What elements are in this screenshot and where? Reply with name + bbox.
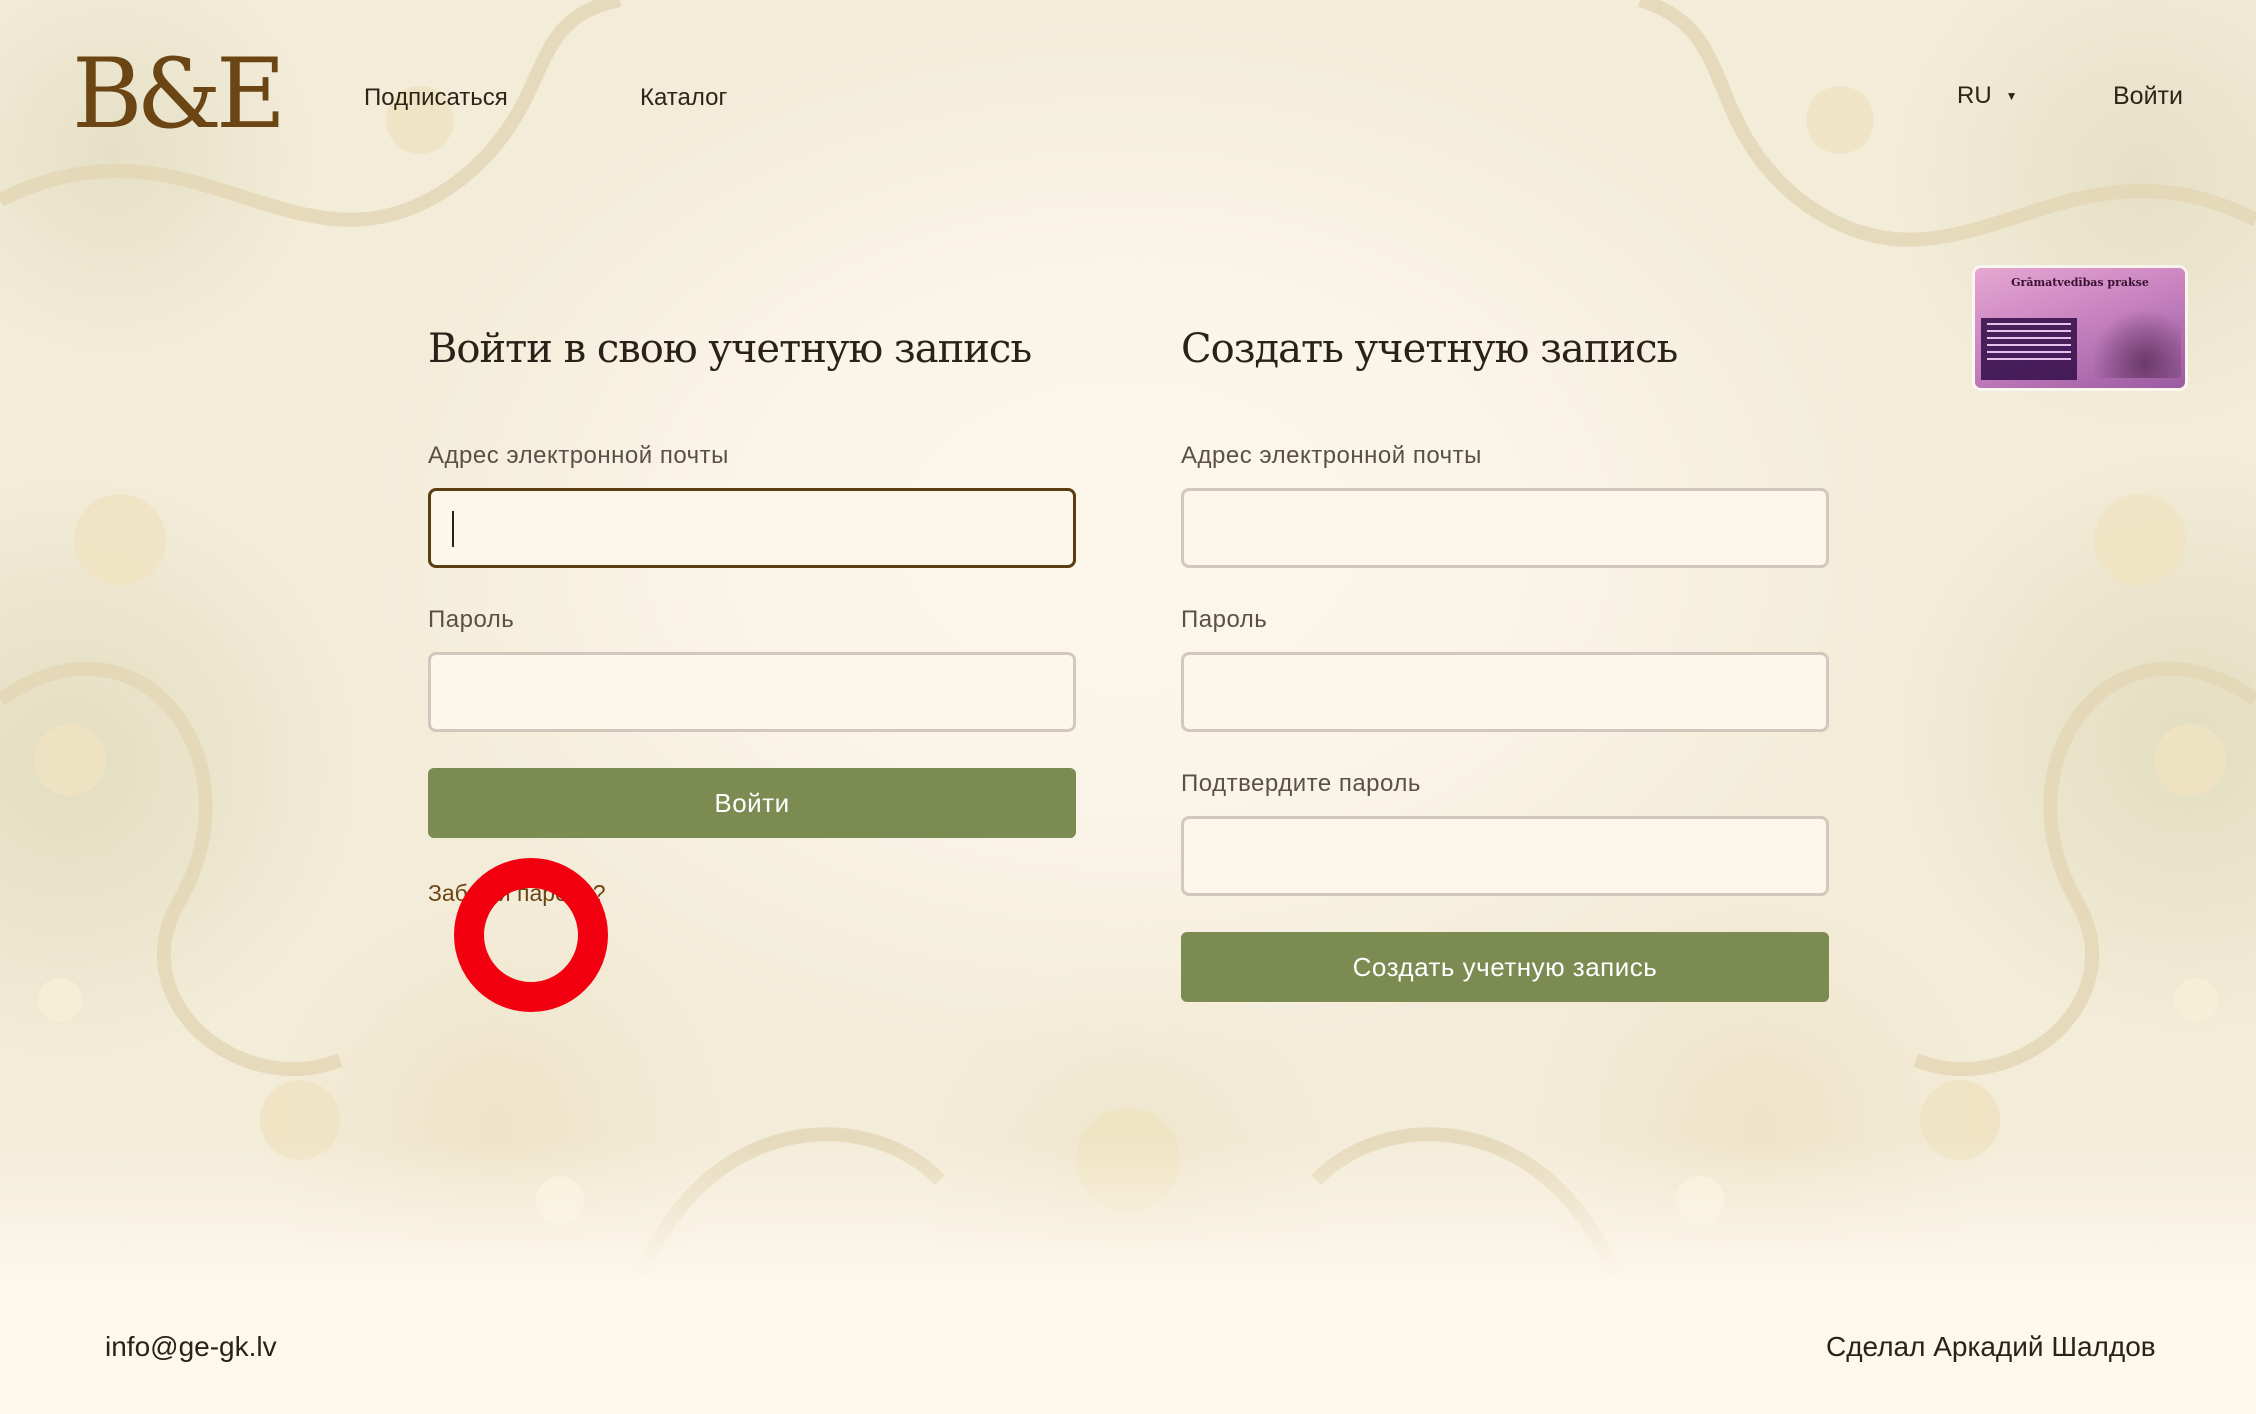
thumbnail-image	[2091, 308, 2181, 378]
register-confirm-label: Подтвердите пароль	[1181, 770, 1421, 797]
language-selector[interactable]: RU ▼	[1957, 82, 2018, 110]
footer-credit: Сделал Аркадий Шалдов	[1826, 1331, 2156, 1362]
text-cursor	[452, 511, 454, 547]
thumbnail-text-block	[1981, 318, 2077, 380]
login-submit-button[interactable]: Войти	[428, 768, 1076, 838]
register-email-input[interactable]	[1181, 488, 1829, 568]
nav-subscribe-link[interactable]: Подписаться	[364, 84, 508, 112]
register-submit-button[interactable]: Создать учетную запись	[1181, 932, 1829, 1002]
register-password-label: Пароль	[1181, 606, 1268, 633]
register-form-title: Создать учетную запись	[1181, 326, 1678, 372]
preview-thumbnail[interactable]: Grāmatvedības prakse	[1975, 268, 2185, 388]
login-password-input[interactable]	[428, 652, 1076, 732]
register-confirm-input[interactable]	[1181, 816, 1829, 896]
floral-ornament	[0, 0, 2256, 1280]
login-email-label: Адрес электронной почты	[428, 442, 729, 469]
register-password-input[interactable]	[1181, 652, 1829, 732]
background-fade	[0, 1140, 2256, 1280]
register-email-label: Адрес электронной почты	[1181, 442, 1482, 469]
nav-catalog-link[interactable]: Каталог	[640, 84, 727, 112]
footer-email-link[interactable]: info@ge-gk.lv	[105, 1331, 277, 1363]
floral-background	[0, 0, 2256, 1280]
thumbnail-title: Grāmatvedības prakse	[2011, 276, 2149, 289]
language-code: RU	[1957, 82, 1992, 109]
header-login-link[interactable]: Войти	[2113, 82, 2183, 111]
chevron-down-icon: ▼	[2005, 89, 2018, 103]
click-highlight-ring	[454, 858, 608, 1012]
login-email-input[interactable]	[428, 488, 1076, 568]
logo[interactable]: B&E	[72, 46, 286, 142]
login-form-title: Войти в свою учетную запись	[428, 326, 1032, 372]
login-password-label: Пароль	[428, 606, 515, 633]
